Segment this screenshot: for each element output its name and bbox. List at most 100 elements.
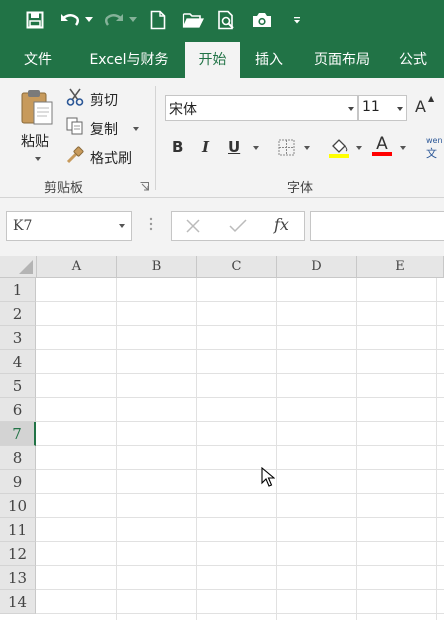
font-group-label: 字体	[287, 181, 314, 196]
clipboard-group-label: 剪贴板	[44, 181, 84, 196]
customize-icon[interactable]	[290, 9, 304, 31]
font-name-value: 宋体	[169, 102, 197, 118]
row-header[interactable]: 11	[0, 518, 36, 542]
clipboard-launcher-icon[interactable]	[140, 182, 149, 191]
copy-dropdown-icon[interactable]	[133, 127, 139, 131]
enter-icon[interactable]	[229, 219, 247, 233]
chevron-down-icon	[348, 107, 354, 111]
format-painter-button[interactable]: 格式刷	[90, 148, 132, 168]
paste-button[interactable]: 粘贴	[21, 131, 49, 151]
row-header[interactable]: 14	[0, 590, 36, 614]
ribbon-tabs: 文件 Excel与财务 开始 插入 页面布局 公式	[0, 42, 444, 78]
grid-line	[36, 589, 444, 590]
grid-line	[196, 278, 197, 620]
copy-button[interactable]: 复制	[90, 119, 118, 139]
grid-line	[36, 349, 444, 350]
row-header[interactable]: 1	[0, 278, 36, 302]
tab-file[interactable]: 文件	[10, 42, 66, 78]
cut-button[interactable]: 剪切	[90, 90, 118, 110]
grid-line	[36, 517, 444, 518]
row-header[interactable]: 5	[0, 374, 36, 398]
insert-function-icon[interactable]: fx	[274, 215, 289, 234]
undo-icon[interactable]	[58, 9, 82, 31]
chevron-down-icon	[119, 224, 125, 228]
grid-line	[36, 373, 444, 374]
underline-button[interactable]: U	[228, 138, 240, 156]
mouse-pointer-icon	[261, 467, 275, 487]
font-size-combo[interactable]: 11	[358, 95, 407, 121]
italic-button[interactable]: I	[202, 138, 209, 156]
open-folder-icon[interactable]	[181, 9, 205, 31]
redo-dropdown-icon[interactable]	[128, 9, 138, 31]
grid-line	[36, 541, 444, 542]
grid-line	[36, 469, 444, 470]
select-all-corner[interactable]	[0, 256, 37, 278]
borders-dropdown-icon[interactable]	[304, 146, 310, 150]
name-box[interactable]: K7	[6, 211, 132, 241]
tab-formulas[interactable]: 公式	[390, 42, 436, 78]
underline-dropdown-icon[interactable]	[253, 146, 259, 150]
group-separator	[155, 86, 156, 190]
chevron-down-icon	[397, 107, 403, 111]
paste-icon[interactable]	[20, 88, 54, 126]
fill-color-icon[interactable]	[328, 136, 350, 158]
fill-color-dropdown-icon[interactable]	[356, 146, 362, 150]
ribbon: 粘贴 剪切 复制 格式刷 剪贴板 宋体 11 A ▲ B I U A wen 文…	[0, 78, 444, 198]
tab-page-layout[interactable]: 页面布局	[302, 42, 382, 78]
row-header[interactable]: 3	[0, 326, 36, 350]
grid-line	[36, 445, 444, 446]
tab-home[interactable]: 开始	[185, 42, 240, 78]
tab-insert[interactable]: 插入	[244, 42, 294, 78]
bold-button[interactable]: B	[172, 138, 183, 156]
column-header-b[interactable]: B	[117, 256, 197, 278]
row-header[interactable]: 10	[0, 494, 36, 518]
font-color-letter: A	[376, 134, 388, 154]
formula-input[interactable]	[310, 211, 444, 241]
copy-icon	[66, 117, 84, 135]
row-header-active[interactable]: 7	[0, 422, 36, 446]
row-header[interactable]: 6	[0, 398, 36, 422]
print-preview-icon[interactable]	[216, 9, 238, 31]
borders-icon[interactable]	[278, 139, 295, 156]
save-icon[interactable]	[24, 9, 46, 31]
tab-excel-finance[interactable]: Excel与财务	[76, 42, 182, 78]
row-header[interactable]: 9	[0, 470, 36, 494]
format-painter-icon	[66, 146, 84, 164]
grid-line	[36, 397, 444, 398]
paste-dropdown-icon[interactable]	[35, 157, 41, 161]
grid-line	[356, 278, 357, 620]
column-header-d[interactable]: D	[277, 256, 357, 278]
camera-icon[interactable]	[250, 9, 274, 31]
formula-buttons: fx	[171, 211, 305, 241]
column-header-e[interactable]: E	[357, 256, 444, 278]
font-color-button[interactable]: A	[372, 134, 392, 156]
grid-line	[276, 278, 277, 620]
row-header[interactable]: 2	[0, 302, 36, 326]
row-header[interactable]: 13	[0, 566, 36, 590]
grid-line	[436, 278, 437, 620]
font-size-value: 11	[362, 99, 380, 115]
grid-line	[36, 421, 444, 422]
redo-icon[interactable]	[102, 9, 126, 31]
font-name-combo[interactable]: 宋体	[165, 95, 358, 121]
row-header[interactable]: 4	[0, 350, 36, 374]
drag-handle-icon[interactable]	[149, 217, 153, 231]
row-header[interactable]: 8	[0, 446, 36, 470]
grid-line	[36, 301, 444, 302]
grid-line	[36, 325, 444, 326]
cancel-icon[interactable]	[186, 219, 200, 233]
undo-dropdown-icon[interactable]	[84, 9, 94, 31]
new-document-icon[interactable]	[148, 9, 168, 31]
name-box-value: K7	[13, 218, 33, 234]
font-color-dropdown-icon[interactable]	[400, 146, 406, 150]
column-header-c[interactable]: C	[197, 256, 277, 278]
grid-line	[36, 565, 444, 566]
column-header-a[interactable]: A	[37, 256, 117, 278]
grid-line	[36, 493, 444, 494]
grow-font-button[interactable]: A ▲	[415, 94, 434, 116]
quick-access-toolbar	[0, 0, 444, 42]
worksheet-grid[interactable]: A B C D E 1 2 3 4 5 6 7 8 9 10 11 12 13 …	[0, 256, 444, 620]
grow-font-letter: A	[415, 97, 426, 116]
row-header[interactable]: 12	[0, 542, 36, 566]
formula-bar: K7 fx	[0, 198, 444, 256]
